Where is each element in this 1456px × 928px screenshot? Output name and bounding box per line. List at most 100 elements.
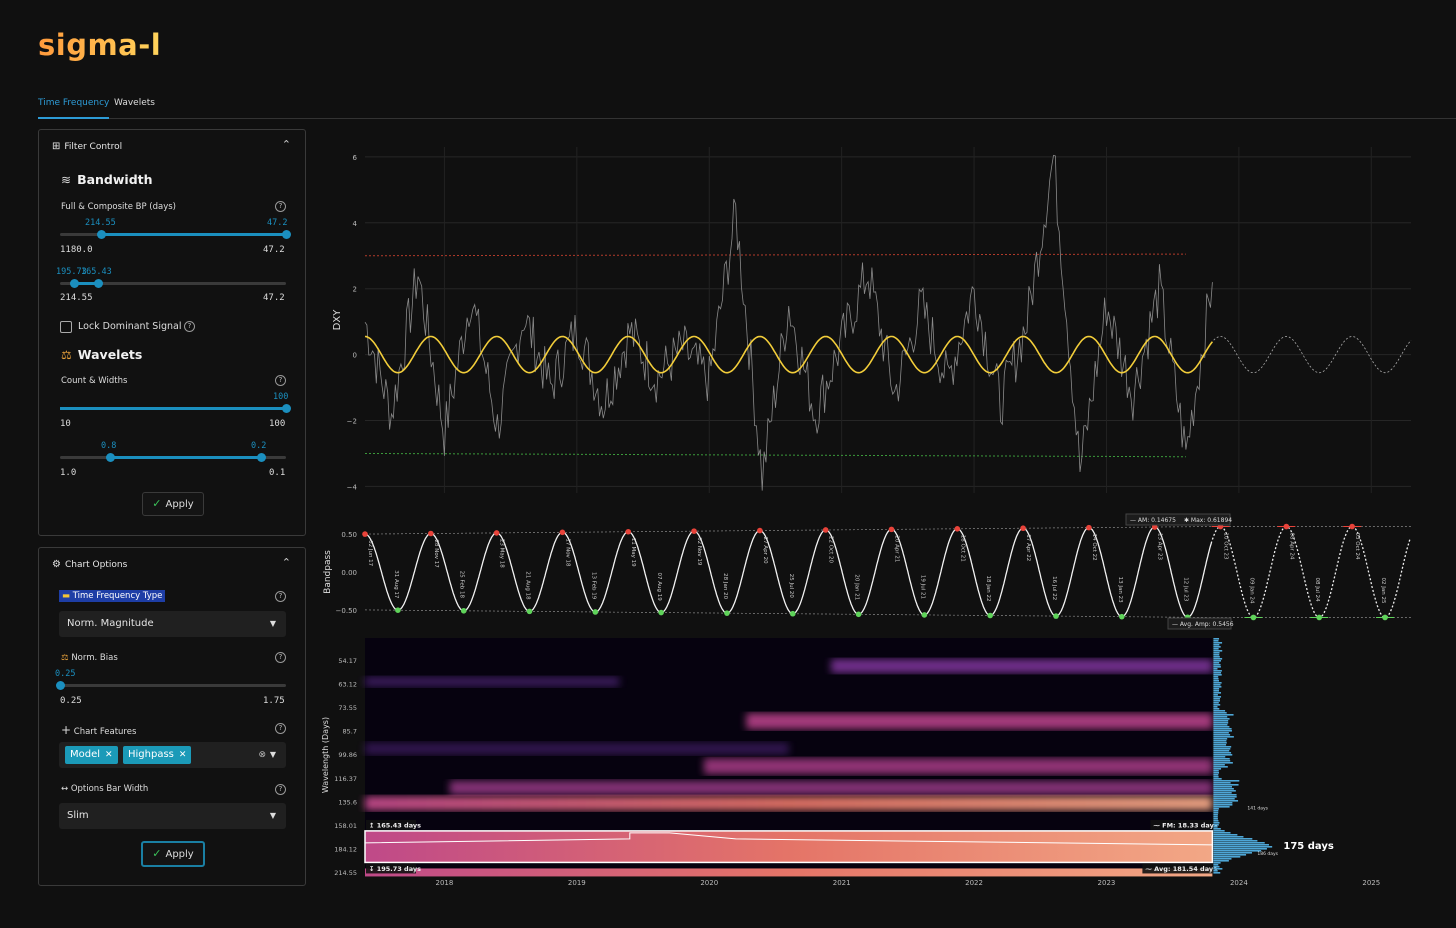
count-widths-label: Count & Widths [61, 376, 128, 386]
y-tick-label: −0.50 [336, 607, 357, 615]
peak-marker [888, 526, 895, 533]
chart-options-header[interactable]: ⚙ Chart Options [52, 559, 127, 570]
norm-bias-min: 0.25 [60, 696, 82, 706]
trough-marker [1382, 614, 1388, 621]
count-slider[interactable] [60, 404, 291, 413]
histogram-bar [1213, 710, 1226, 712]
x-tick-label: 2020 [700, 879, 718, 887]
filter-apply-button[interactable]: ✓ Apply [142, 492, 204, 516]
close-icon[interactable]: ✕ [105, 750, 113, 760]
histogram-bar [1213, 686, 1222, 688]
help-icon[interactable]: ? [184, 321, 195, 332]
chevron-up-icon[interactable]: ⌃ [282, 556, 291, 569]
help-icon[interactable]: ? [275, 784, 286, 795]
peak-marker [691, 528, 697, 534]
bp-slider-high-value: 47.2 [267, 218, 288, 228]
peak-marker [1020, 525, 1026, 532]
histogram-bar [1213, 852, 1252, 854]
widths-slider[interactable] [60, 453, 286, 462]
trough-date-label: 25 Feb 18 [459, 571, 465, 599]
histogram-bar [1213, 730, 1232, 732]
trough-date-label: 25 Jul 20 [788, 574, 794, 599]
composite-slider-min: 214.55 [60, 293, 93, 303]
chevron-up-icon[interactable]: ⌃ [282, 138, 291, 151]
histogram-bar [1213, 790, 1236, 792]
histogram-bar [1213, 872, 1221, 874]
x-tick-label: 2023 [1098, 879, 1116, 887]
x-tick-label: 2025 [1362, 879, 1380, 887]
slider-handle-low[interactable] [69, 279, 79, 288]
peak-date-label: 28 Nov 17 [433, 540, 439, 569]
slider-handle-low[interactable] [105, 453, 115, 462]
bar-width-select[interactable]: Slim ▼ [59, 803, 286, 829]
histogram-bar [1213, 774, 1219, 776]
chart-features-multiselect[interactable]: Model ✕ Highpass ✕ ⊗ ▼ [59, 742, 286, 768]
peak-marker [1283, 523, 1290, 530]
histogram-bar [1213, 646, 1221, 648]
slider-handle[interactable] [56, 681, 65, 690]
histogram-bar [1213, 728, 1232, 730]
histogram-bar [1213, 814, 1218, 816]
clear-icon[interactable]: ⊗ [258, 742, 266, 768]
count-slider-max: 100 [269, 419, 286, 429]
histogram-bar [1213, 804, 1233, 806]
help-icon[interactable]: ? [275, 723, 286, 734]
histogram-bar [1213, 848, 1267, 850]
tf-type-select[interactable]: Norm. Magnitude ▼ [59, 611, 286, 637]
help-icon[interactable]: ? [275, 591, 286, 602]
tab-wavelets[interactable]: Wavelets [114, 96, 155, 117]
peak-marker [428, 530, 434, 537]
histogram-bar [1213, 680, 1219, 682]
y-tick-label: 116.37 [334, 775, 357, 783]
lock-dominant-checkbox[interactable] [60, 321, 72, 333]
histogram-bar [1213, 750, 1230, 752]
help-icon[interactable]: ? [275, 375, 286, 386]
grid-icon: ▬ [62, 591, 71, 601]
max-label: ✱ Max: 0.61894 [1184, 517, 1232, 524]
histogram-bar [1213, 834, 1238, 836]
lower-band-label: ↧ 195.73 days [369, 865, 421, 873]
help-icon[interactable]: ? [275, 652, 286, 663]
histogram-bar [1213, 778, 1222, 780]
histogram-bar [1213, 732, 1229, 734]
norm-bias-slider[interactable] [56, 681, 286, 690]
histogram-bar [1213, 866, 1220, 868]
avg-amp-label: — Avg. Amp: 0.5456 [1172, 621, 1234, 628]
y-tick-label: 135.6 [338, 798, 357, 806]
close-icon[interactable]: ✕ [179, 750, 187, 760]
slider-handle[interactable] [282, 404, 291, 413]
bp-full-slider[interactable] [60, 230, 291, 239]
trough-marker [395, 607, 401, 613]
histogram-bar [1213, 808, 1219, 810]
trough-marker [987, 612, 993, 619]
histogram-bar [1213, 722, 1229, 724]
price-line [364, 154, 1213, 491]
slider-handle-high[interactable] [282, 230, 291, 239]
histogram-bar [1213, 860, 1229, 862]
tab-bar: Time Frequency Wavelets [38, 96, 1456, 119]
bar-width-value: Slim [67, 810, 89, 821]
histogram-bar [1213, 868, 1223, 870]
slider-handle-low[interactable] [96, 230, 106, 239]
slider-handle-high[interactable] [94, 279, 104, 288]
y-tick-label: 0.00 [341, 569, 357, 577]
slider-handle-high[interactable] [257, 453, 267, 462]
lower-band-line [364, 452, 1186, 458]
x-tick-label: 2024 [1230, 879, 1248, 887]
histogram-bar [1213, 806, 1230, 808]
grid-icon: ⊞ [52, 141, 61, 152]
y-tick-label: −4 [347, 483, 358, 491]
histogram-bar [1213, 640, 1219, 642]
count-slider-min: 10 [60, 419, 71, 429]
histogram-bar [1213, 836, 1244, 838]
histogram-bar [1213, 660, 1221, 662]
histogram-bar [1213, 656, 1220, 658]
bp-composite-slider[interactable] [60, 279, 286, 288]
help-icon[interactable]: ? [275, 201, 286, 212]
tab-time-frequency[interactable]: Time Frequency [38, 96, 110, 119]
histogram-peak-label: 175 days [1283, 841, 1333, 852]
chart-apply-button[interactable]: ✓ Apply [141, 841, 205, 867]
filter-control-header[interactable]: ⊞ Filter Control [52, 141, 122, 152]
y-tick-label: 63.12 [338, 681, 357, 689]
histogram-bar [1213, 816, 1218, 818]
